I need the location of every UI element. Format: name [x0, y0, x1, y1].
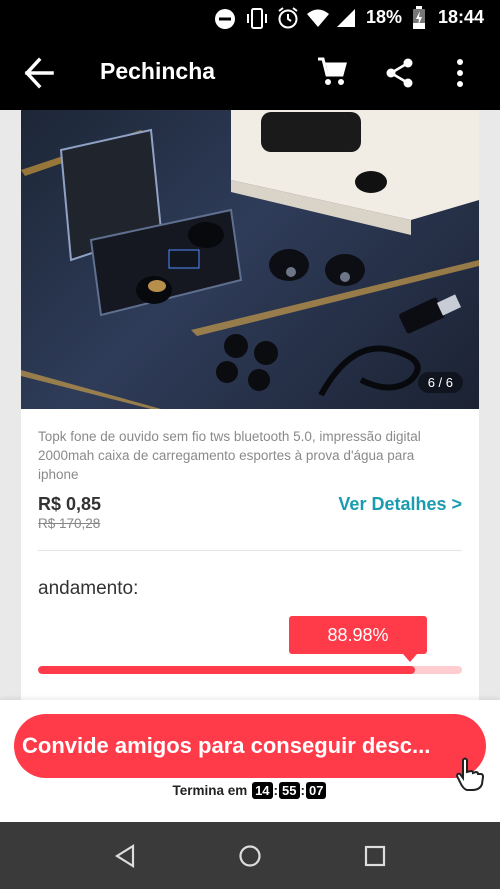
product-card: 6 / 6 Topk fone de ouvido sem fio tws bl…: [21, 110, 479, 700]
status-bar: 18% 18:44: [0, 0, 500, 36]
do-not-disturb-icon: [215, 9, 235, 29]
original-price: R$ 170,28: [38, 516, 101, 531]
earbuds-photo: [21, 110, 479, 409]
page-title: Pechincha: [100, 58, 216, 84]
back-arrow-icon[interactable]: [24, 56, 54, 90]
timer-label: Termina em: [172, 783, 248, 798]
invite-sheet: Convide amigos para conseguir desc... Te…: [0, 700, 500, 822]
system-nav-bar: [0, 822, 500, 889]
nav-recents-icon[interactable]: [364, 844, 386, 868]
progress-bar: [38, 666, 462, 674]
app-bar: Pechincha: [0, 36, 500, 110]
nav-back-icon[interactable]: [114, 844, 136, 868]
wifi-icon: [307, 9, 329, 27]
timer-hours: 14: [252, 782, 273, 799]
progress-percent-badge: 88.98%: [289, 616, 427, 662]
progress-bar-fill: [38, 666, 416, 674]
progress-label: andamento:: [38, 578, 139, 599]
battery-charging-icon: [413, 6, 425, 29]
share-icon[interactable]: [386, 58, 414, 88]
more-options-icon[interactable]: [455, 58, 465, 88]
product-image[interactable]: 6 / 6: [21, 110, 479, 409]
product-description: Topk fone de ouvido sem fio tws bluetoot…: [38, 429, 421, 482]
timer-seconds: 07: [306, 782, 327, 799]
invite-friends-button[interactable]: Convide amigos para conseguir desc...: [14, 714, 486, 778]
divider: [38, 550, 462, 551]
battery-percent: 18%: [366, 7, 403, 27]
vibrate-icon: [247, 8, 267, 29]
clock: 18:44: [438, 7, 485, 27]
image-counter: 6 / 6: [417, 372, 463, 393]
countdown-timer: Termina em 14:55:07: [0, 782, 500, 799]
nav-home-icon[interactable]: [238, 844, 262, 868]
cart-icon[interactable]: [316, 56, 348, 88]
alarm-icon: [278, 7, 298, 29]
view-details-link[interactable]: Ver Detalhes >: [338, 494, 462, 515]
signal-icon: [337, 9, 355, 27]
current-price: R$ 0,85: [38, 494, 102, 514]
timer-minutes: 55: [279, 782, 300, 799]
